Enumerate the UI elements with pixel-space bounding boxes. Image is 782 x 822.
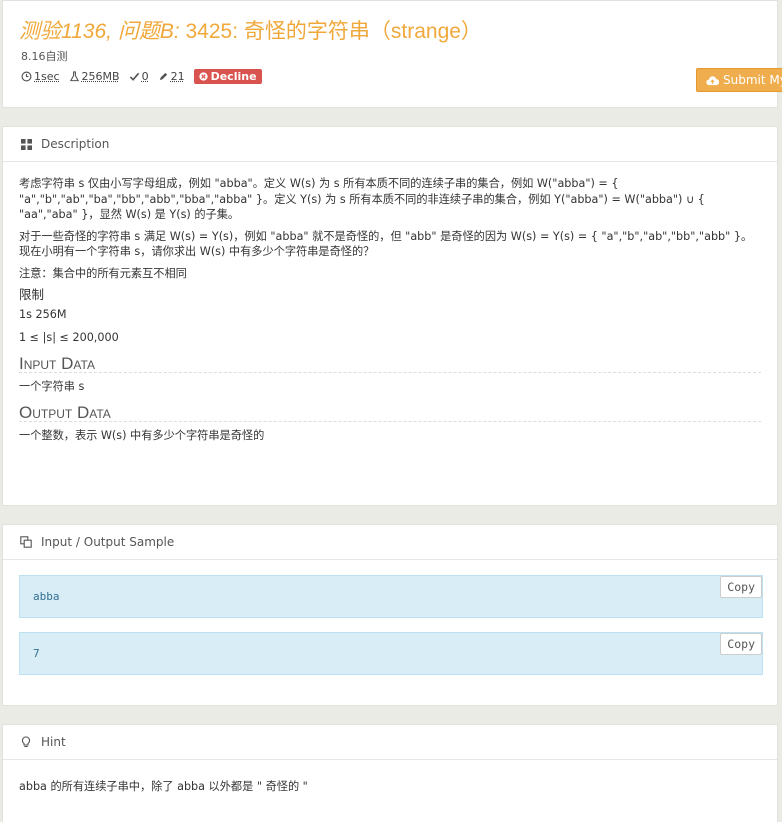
cloud-upload-icon — [706, 75, 719, 85]
decline-badge[interactable]: Decline — [193, 69, 262, 84]
sample-output-box: 7 Copy — [19, 632, 763, 675]
output-data-heading: Output Data — [19, 404, 761, 422]
grid-icon — [19, 137, 33, 151]
check-icon — [129, 72, 139, 81]
problem-title-main: 3425: 奇怪的字符串（strange） — [179, 20, 482, 43]
submit-button-label: Submit My — [723, 73, 782, 87]
output-data-text: 一个整数，表示 W(s) 中有多少个字符串是奇怪的 — [19, 429, 265, 442]
sample-card: Input / Output Sample abba Copy 7 Copy — [2, 524, 778, 706]
problem-title: 测验1136, 问题B: 3425: 奇怪的字符串（strange） — [19, 15, 482, 45]
description-paragraph-1: 考虑字符串 s 仅由小写字母组成，例如 "abba"。定义 W(s) 为 s 所… — [19, 177, 705, 221]
pencil-icon — [159, 72, 167, 81]
problem-subtitle: 8.16自测 — [21, 50, 68, 63]
description-note: 注意：集合中的所有元素互不相同 — [19, 266, 187, 280]
copy-output-button[interactable]: Copy — [720, 633, 762, 655]
decline-badge-label: Decline — [210, 70, 257, 83]
input-data-text: 一个字符串 s — [19, 380, 85, 393]
submission-count[interactable]: 21 — [158, 70, 185, 83]
hint-text: abba 的所有连续子串中，除了 abba 以外都是 " 奇怪的 " — [19, 780, 308, 793]
description-body: 考虑字符串 s 仅由小写字母组成，例如 "abba"。定义 W(s) 为 s 所… — [3, 162, 777, 444]
lightbulb-icon — [19, 735, 33, 749]
hint-header: Hint — [3, 725, 777, 760]
submission-count-value: 21 — [170, 70, 185, 83]
copy-input-button[interactable]: Copy — [720, 576, 762, 598]
accepted-count-value: 0 — [141, 70, 149, 83]
memory-limit-value: 256MB — [81, 70, 120, 83]
flask-icon — [69, 71, 79, 82]
limits-length: 1 ≤ |s| ≤ 200,000 — [19, 331, 119, 344]
sample-input-box: abba Copy — [19, 575, 763, 618]
input-data-heading: Input Data — [19, 355, 761, 373]
sample-header-label: Input / Output Sample — [41, 535, 175, 549]
description-header-label: Description — [41, 137, 110, 151]
sample-output-value: 7 — [33, 647, 40, 660]
memory-limit[interactable]: 256MB — [69, 70, 120, 83]
close-icon — [198, 72, 208, 81]
limits-time-memory: 1s 256M — [19, 307, 67, 321]
hint-header-label: Hint — [41, 735, 66, 749]
submit-button[interactable]: Submit My — [696, 68, 782, 92]
description-card: Description 考虑字符串 s 仅由小写字母组成，例如 "abba"。定… — [2, 126, 778, 506]
clock-icon — [21, 71, 32, 82]
problem-title-prefix: 测验1136, 问题B: — [19, 20, 180, 43]
accepted-count[interactable]: 0 — [129, 70, 149, 83]
limits-heading: 限制 — [19, 287, 45, 302]
time-limit[interactable]: 1sec — [21, 70, 60, 83]
time-limit-value: 1sec — [34, 70, 60, 83]
description-header: Description — [3, 127, 777, 162]
description-paragraph-2: 对于一些奇怪的字符串 s 满足 W(s) = Y(s)，例如 "abba" 就不… — [19, 229, 753, 259]
problem-meta: 1sec 256MB 0 21 Decline — [21, 69, 262, 84]
sample-input-value: abba — [33, 590, 60, 603]
copy-icon — [19, 535, 33, 549]
sample-header: Input / Output Sample — [3, 525, 777, 560]
problem-header-card: 测验1136, 问题B: 3425: 奇怪的字符串（strange） 8.16自… — [2, 0, 782, 108]
hint-card: Hint abba 的所有连续子串中，除了 abba 以外都是 " 奇怪的 " — [2, 724, 778, 822]
